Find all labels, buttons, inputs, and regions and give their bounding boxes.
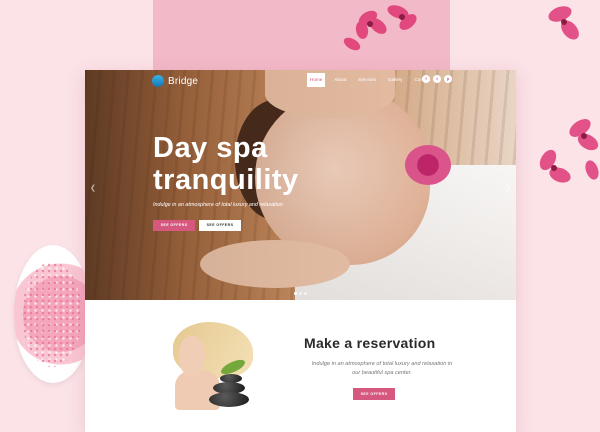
nav-item-gallery[interactable]: Gallery: [385, 73, 406, 87]
facebook-icon[interactable]: f: [422, 75, 430, 83]
hero-title: Day spa tranquility: [153, 132, 299, 196]
reservation-see-offers-button[interactable]: SEE OFFERS: [353, 388, 395, 400]
see-offers-button[interactable]: SEE OFFERS: [153, 220, 195, 231]
bridge-logo-icon: [152, 75, 164, 87]
see-offers-secondary-button[interactable]: SEE OFFERS: [199, 220, 241, 231]
orchid-decoration-right: [539, 6, 599, 183]
nav-item-services[interactable]: Services: [355, 73, 379, 87]
spa-stone: [209, 392, 249, 407]
slider-dot[interactable]: [294, 292, 297, 295]
nav-item-about[interactable]: About: [331, 73, 349, 87]
nav-item-home[interactable]: Home: [307, 73, 326, 87]
slider-dot[interactable]: [299, 292, 302, 295]
reservation-section: Make a reservation Indulge in an atmosph…: [85, 300, 516, 432]
hero-title-line2: tranquility: [153, 164, 299, 196]
slider-dots: [294, 292, 307, 295]
hero-title-line1: Day spa: [153, 132, 268, 164]
hero-slider: Bridge Home About Services Gallery Conta…: [85, 70, 516, 300]
social-links: f t p: [422, 75, 452, 83]
slider-next-arrow[interactable]: ❯: [505, 184, 511, 192]
pinterest-icon[interactable]: p: [444, 75, 452, 83]
twitter-icon[interactable]: t: [433, 75, 441, 83]
navbar: Bridge Home About Services Gallery Conta…: [85, 70, 516, 90]
website-mockup: Bridge Home About Services Gallery Conta…: [85, 70, 516, 432]
logo[interactable]: Bridge: [152, 75, 198, 87]
reservation-text: Indulge in an atmosphere of total luxury…: [311, 361, 453, 376]
slider-prev-arrow[interactable]: ❮: [90, 184, 96, 192]
orchid-decoration-top: [343, 5, 417, 51]
logo-text: Bridge: [168, 75, 199, 87]
salt-texture: [22, 262, 82, 367]
nav-menu: Home About Services Gallery Contact: [307, 73, 433, 87]
hero-buttons: SEE OFFERS SEE OFFERS: [153, 220, 241, 231]
reservation-title: Make a reservation: [304, 335, 436, 351]
hero-subtitle: Indulge in an atmosphere of total luxury…: [153, 202, 283, 208]
woman-with-stones-image: [165, 322, 255, 417]
slider-dot[interactable]: [304, 292, 307, 295]
